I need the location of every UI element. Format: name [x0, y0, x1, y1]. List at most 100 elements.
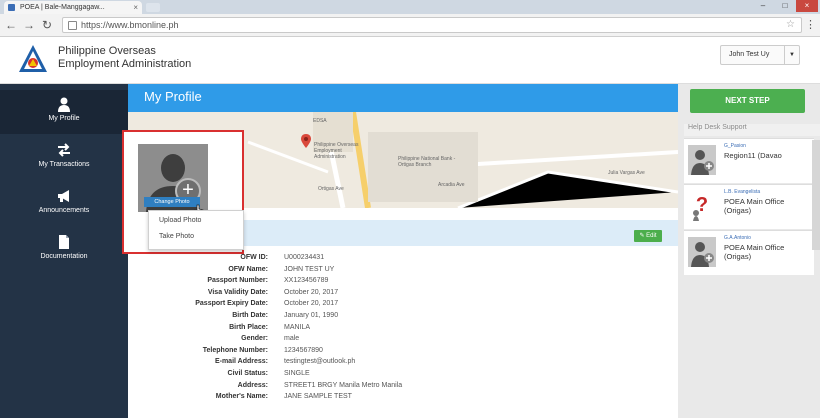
- field-row-passport-number: Passport Number: XX123456789: [128, 275, 678, 287]
- chevron-down-icon: ▼: [784, 46, 799, 64]
- field-label: OFW Name:: [228, 265, 268, 273]
- field-value: SINGLE: [284, 369, 310, 377]
- take-photo-menu-item[interactable]: Take Photo: [159, 233, 194, 240]
- contact-avatar-icon: [688, 237, 716, 267]
- sidebar-item-announcements[interactable]: Announcements: [0, 182, 128, 226]
- field-row-ofw-name: OFW Name: JOHN TEST UY: [128, 264, 678, 276]
- field-value: XX123456789: [284, 277, 329, 285]
- url-text: https://www.bmonline.ph: [81, 20, 179, 30]
- field-value: testingtest@outlook.ph: [284, 358, 356, 366]
- field-row-birth-place: Birth Place: MANILA: [128, 322, 678, 334]
- megaphone-icon: [58, 190, 69, 202]
- photo-dropdown-menu: Upload Photo Take Photo: [148, 210, 244, 250]
- sidebar-item-label: My Profile: [48, 115, 80, 122]
- field-row-birth-date: Birth Date: January 01, 1990: [128, 310, 678, 322]
- field-label: Gender:: [241, 335, 268, 343]
- field-value: MANILA: [284, 323, 311, 331]
- poea-favicon-icon: [8, 4, 15, 11]
- field-row-visa-validity: Visa Validity Date: October 20, 2017: [128, 287, 678, 299]
- field-value: October 20, 2017: [284, 300, 339, 308]
- field-label: Visa Validity Date:: [207, 288, 268, 296]
- map-label-julia-vargas: Julia Vargas Ave: [608, 170, 645, 176]
- new-tab-button[interactable]: [146, 3, 160, 12]
- site-header: Philippine Overseas Employment Administr…: [0, 37, 820, 84]
- lock-icon: [68, 21, 77, 30]
- field-label: OFW ID:: [240, 254, 268, 261]
- sidebar-item-my-transactions[interactable]: My Transactions: [0, 136, 128, 180]
- sidebar: My Profile My Transactions Announcements…: [0, 84, 128, 418]
- field-value: January 01, 1990: [284, 311, 339, 319]
- contact-name: G.A.Antonio: [724, 235, 751, 241]
- back-icon[interactable]: ←: [4, 18, 18, 32]
- help-contact-item[interactable]: ? L.B. Evangelista POEA Main Office (Ori…: [684, 184, 814, 229]
- field-row-gender: Gender: male: [128, 333, 678, 345]
- field-value: male: [284, 335, 300, 343]
- field-value: U000234431: [284, 254, 325, 261]
- next-step-button[interactable]: NEXT STEP: [690, 89, 805, 113]
- forward-icon[interactable]: →: [22, 18, 36, 32]
- profile-fields: OFW ID: U000234431 OFW Name: JOHN TEST U…: [128, 252, 678, 403]
- map-label-arcadia: Arcadia Ave: [438, 182, 465, 188]
- window-close-button[interactable]: ×: [796, 0, 818, 12]
- contact-name: G_Pasion: [724, 143, 746, 149]
- field-label: Mother's Name:: [215, 393, 268, 401]
- page-title: My Profile: [128, 84, 678, 112]
- contact-avatar-icon: [688, 145, 716, 175]
- document-icon: [59, 235, 69, 249]
- field-label: E-mail Address:: [214, 358, 268, 366]
- sidebar-item-documentation[interactable]: Documentation: [0, 228, 128, 272]
- user-icon: [58, 97, 70, 112]
- user-name: John Test Uy: [729, 51, 770, 58]
- sidebar-item-label: Announcements: [38, 207, 90, 214]
- field-label: Civil Status:: [227, 369, 268, 377]
- field-value: 1234567890: [284, 346, 323, 354]
- map-label-poea: Philippine Overseas Employment Administr…: [314, 142, 359, 160]
- tab-close-icon[interactable]: ×: [133, 1, 138, 14]
- change-photo-button[interactable]: Change Photo: [144, 197, 200, 207]
- field-label: Passport Number:: [207, 277, 268, 285]
- sidebar-item-my-profile[interactable]: My Profile: [0, 90, 128, 134]
- help-desk-title: Help Desk Support: [684, 124, 820, 136]
- field-value: STREET1 BRGY Manila Metro Manila: [284, 381, 403, 389]
- field-label: Address:: [237, 381, 268, 389]
- field-row-passport-expiry: Passport Expiry Date: October 20, 2017: [128, 298, 678, 310]
- field-row-mothers-name: Mother's Name: JANE SAMPLE TEST: [128, 391, 678, 403]
- address-bar[interactable]: https://www.bmonline.ph ☆: [62, 17, 802, 33]
- window-maximize-button[interactable]: □: [774, 0, 796, 12]
- contact-name: L.B. Evangelista: [724, 189, 761, 195]
- tab-title: POEA | Bale-Manggagaw...: [20, 4, 105, 11]
- upload-photo-menu-item[interactable]: Upload Photo: [159, 217, 201, 224]
- browser-menu-icon[interactable]: ⋮: [805, 18, 816, 31]
- contact-office: POEA Main Office (Origas): [724, 243, 785, 261]
- browser-navbar: ← → ↻ https://www.bmonline.ph ☆ ⋮: [0, 14, 820, 37]
- field-row-telephone: Telephone Number: 1234567890: [128, 345, 678, 357]
- help-contact-item[interactable]: G.A.Antonio POEA Main Office (Origas): [684, 230, 814, 275]
- field-row-email: E-mail Address: testingtest@outlook.ph: [128, 356, 678, 368]
- sidebar-item-label: My Transactions: [38, 161, 90, 168]
- reload-icon[interactable]: ↻: [40, 18, 54, 32]
- contact-question-avatar-icon: ?: [688, 191, 716, 221]
- org-name-line1: Philippine Overseas: [58, 45, 156, 57]
- help-contact-item[interactable]: G_Pasion Region11 (Davao: [684, 138, 814, 183]
- map-pin-icon: [301, 134, 311, 148]
- poea-logo-icon: [19, 45, 47, 72]
- field-label: Telephone Number:: [202, 346, 268, 354]
- browser-tab[interactable]: POEA | Bale-Manggagaw... ×: [4, 1, 142, 14]
- field-value: JOHN TEST UY: [284, 265, 335, 273]
- map-label-pnb: Philippine National Bank - Ortigas Branc…: [398, 156, 456, 168]
- contact-office: Region11 (Davao: [724, 151, 782, 160]
- org-name: Philippine Overseas Employment Administr…: [58, 45, 191, 71]
- field-label: Passport Expiry Date:: [195, 300, 268, 308]
- contact-office: POEA Main Office (Origas): [724, 197, 785, 215]
- sidebar-item-label: Documentation: [40, 253, 88, 260]
- field-row-civil-status: Civil Status: SINGLE: [128, 368, 678, 380]
- field-label: Birth Date:: [232, 311, 268, 319]
- edit-profile-button[interactable]: ✎ Edit: [634, 230, 662, 242]
- field-label: Birth Place:: [229, 323, 268, 331]
- window-minimize-button[interactable]: –: [752, 0, 774, 12]
- user-menu-button[interactable]: John Test Uy ▼: [720, 45, 800, 65]
- field-row-address: Address: STREET1 BRGY Manila Metro Manil…: [128, 380, 678, 392]
- bookmark-star-icon[interactable]: ☆: [786, 18, 795, 32]
- right-panel-scrollbar[interactable]: [812, 140, 820, 250]
- field-value: JANE SAMPLE TEST: [284, 393, 352, 401]
